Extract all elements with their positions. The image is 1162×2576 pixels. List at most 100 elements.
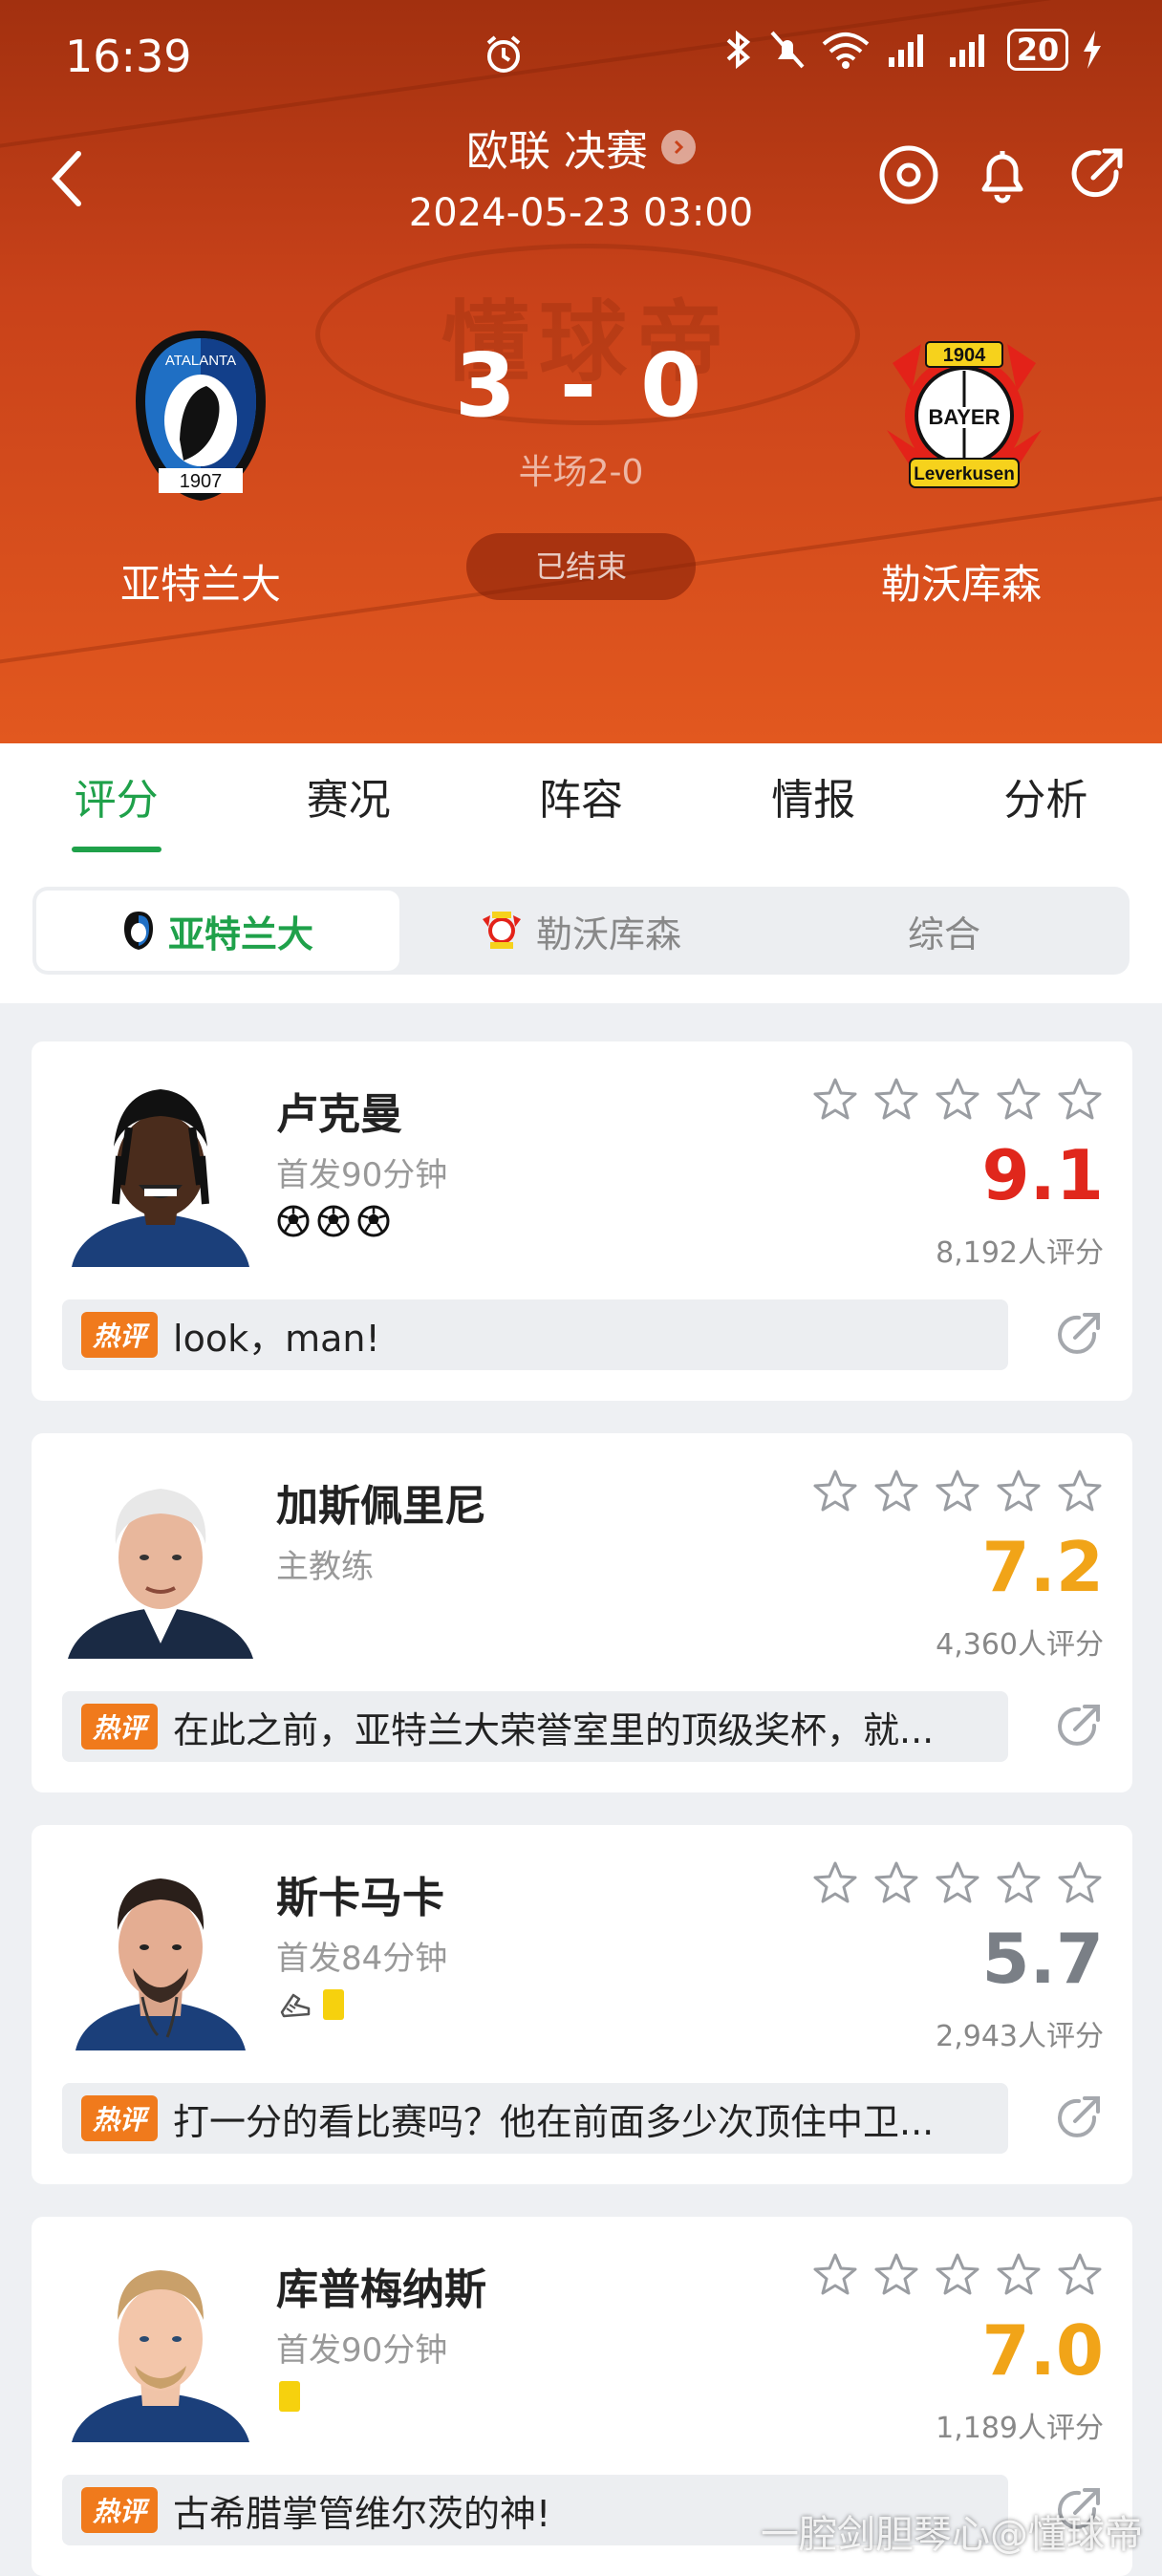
player-card[interactable]: 卢克曼首发90分钟 9.1 8,192人评分热评 look，man! (32, 1041, 1132, 1401)
star-icon[interactable] (995, 1076, 1043, 1127)
substitution-boot-icon (280, 1993, 311, 2018)
tab-match-events[interactable]: 赛况 (232, 743, 464, 858)
star-icon[interactable] (811, 1468, 859, 1519)
away-logo-bottom: Leverkusen (914, 464, 1015, 484)
yellow-card-icon (279, 2381, 300, 2412)
star-icon[interactable] (811, 1859, 859, 1911)
status-time: 16:39 (65, 31, 192, 82)
status-bar: 16:39 20 (0, 0, 1162, 115)
goal-icon (317, 1205, 350, 1237)
player-name[interactable]: 卢克曼 (276, 1080, 402, 1141)
hot-comment[interactable]: 热评 look，man! (62, 1299, 1008, 1370)
share-icon[interactable] (1052, 1701, 1104, 1752)
home-score: 3 (454, 334, 522, 437)
player-avatar[interactable] (62, 2245, 259, 2442)
player-events (276, 1204, 391, 1238)
status-icons: 20 (722, 29, 1103, 71)
star-icon[interactable] (872, 1468, 920, 1519)
player-events (276, 2379, 303, 2414)
player-name[interactable]: 库普梅纳斯 (276, 2255, 486, 2316)
hot-comment-badge: 热评 (81, 2095, 159, 2141)
player-rating: 9.1 (981, 1135, 1104, 1215)
competition-name: 欧联 决赛 (466, 127, 648, 176)
star-icon[interactable] (995, 1859, 1043, 1911)
player-card[interactable]: 斯卡马卡 首发84分钟 5.7 2,943人评分 热评 打一分的看比赛吗？他在前面多少次顶… (32, 1825, 1132, 2184)
rating-count: 2,943人评分 (936, 2020, 1104, 2053)
comment-text: 古希腊掌管维尔茨的神! (173, 2492, 551, 2535)
away-team-mini-logo (482, 912, 521, 949)
battery-indicator: 20 (1007, 29, 1068, 71)
tab-analysis[interactable]: 分析 (930, 743, 1162, 858)
hot-comment[interactable]: 热评 打一分的看比赛吗？他在前面多少次顶住中卫... (62, 2083, 1008, 2154)
bottom-watermark: 一腔剑胆琴心@懂球帝 (761, 2513, 1143, 2557)
yellow-card-icon (323, 1989, 344, 2020)
away-team-logo[interactable]: 1904 BAYER Leverkusen (873, 325, 1055, 506)
hot-comment-badge: 热评 (81, 2487, 159, 2533)
signal-icon (950, 34, 984, 67)
share-icon[interactable] (1052, 1309, 1104, 1361)
star-icon[interactable] (872, 1076, 920, 1127)
hot-comment[interactable]: 热评 在此之前，亚特兰大荣誉室里的顶级奖杯，就... (62, 1691, 1008, 1762)
star-icon[interactable] (1056, 1859, 1104, 1911)
star-icon[interactable] (995, 1468, 1043, 1519)
star-icon[interactable] (934, 2251, 981, 2303)
player-rating: 5.7 (981, 1919, 1104, 1999)
star-icon[interactable] (1056, 1076, 1104, 1127)
subtab-home[interactable]: 亚特兰大 (36, 891, 399, 971)
player-role: 主教练 (276, 1548, 374, 1586)
player-name[interactable]: 斯卡马卡 (276, 1863, 444, 1924)
star-icon[interactable] (934, 1076, 981, 1127)
subtab-overall[interactable]: 综合 (763, 891, 1126, 971)
subtab-home-label: 亚特兰大 (167, 912, 313, 955)
rating-count: 8,192人评分 (936, 1236, 1104, 1270)
main-tabs: 评分 赛况 阵容 情报 分析 (0, 743, 1162, 858)
hot-comment-badge: 热评 (81, 1704, 159, 1750)
player-role: 首发90分钟 (276, 1156, 448, 1194)
comment-text: look，man! (173, 1317, 380, 1360)
team-segmented-control: 亚特兰大 勒沃库森 综合 (32, 887, 1130, 975)
player-avatar[interactable] (62, 1854, 259, 2050)
share-icon[interactable] (1065, 143, 1128, 206)
star-icon[interactable] (872, 1859, 920, 1911)
star-icon[interactable] (934, 1468, 981, 1519)
tab-lineup[interactable]: 阵容 (464, 743, 697, 858)
away-logo-text: BAYER (929, 405, 1001, 429)
tab-rating[interactable]: 评分 (0, 743, 232, 858)
share-icon[interactable] (1052, 2093, 1104, 2144)
tab-intel[interactable]: 情报 (698, 743, 930, 858)
bell-icon[interactable] (971, 143, 1034, 206)
hot-comment-badge: 热评 (81, 1312, 159, 1358)
match-status-badge: 已结束 (466, 533, 696, 600)
subtab-away[interactable]: 勒沃库森 (399, 891, 763, 971)
player-avatar[interactable] (62, 1462, 259, 1659)
player-avatar[interactable] (62, 1070, 259, 1267)
chevron-right-icon (661, 130, 696, 164)
target-icon[interactable] (877, 143, 940, 206)
star-icon[interactable] (1056, 1468, 1104, 1519)
wifi-icon (822, 32, 870, 69)
charging-icon (1084, 31, 1101, 69)
match-score: 3-0 (382, 334, 780, 437)
player-name[interactable]: 加斯佩里尼 (276, 1471, 486, 1533)
mute-icon (770, 31, 805, 69)
score-separator: - (559, 334, 603, 437)
comment-text: 在此之前，亚特兰大荣誉室里的顶级奖杯，就... (173, 1708, 935, 1751)
star-icon[interactable] (872, 2251, 920, 2303)
player-events (276, 1987, 347, 2022)
player-rating: 7.2 (981, 1527, 1104, 1607)
star-icon[interactable] (811, 1076, 859, 1127)
away-logo-year: 1904 (943, 345, 986, 366)
star-icon[interactable] (995, 2251, 1043, 2303)
subtab-overall-label: 综合 (907, 912, 980, 955)
goal-icon (277, 1205, 310, 1237)
away-team-name[interactable]: 勒沃库森 (837, 552, 1086, 611)
home-team-name[interactable]: 亚特兰大 (76, 552, 325, 611)
alarm-icon (486, 35, 521, 73)
bluetooth-icon (726, 30, 751, 70)
subtab-away-label: 勒沃库森 (535, 912, 681, 955)
player-card[interactable]: 加斯佩里尼 主教练 7.2 4,360人评分 热评 在此之前，亚特兰大荣誉室里的顶级奖杯，… (32, 1433, 1132, 1792)
star-icon[interactable] (811, 2251, 859, 2303)
star-icon[interactable] (934, 1859, 981, 1911)
star-icon[interactable] (1056, 2251, 1104, 2303)
rating-stars (811, 1076, 1104, 1127)
